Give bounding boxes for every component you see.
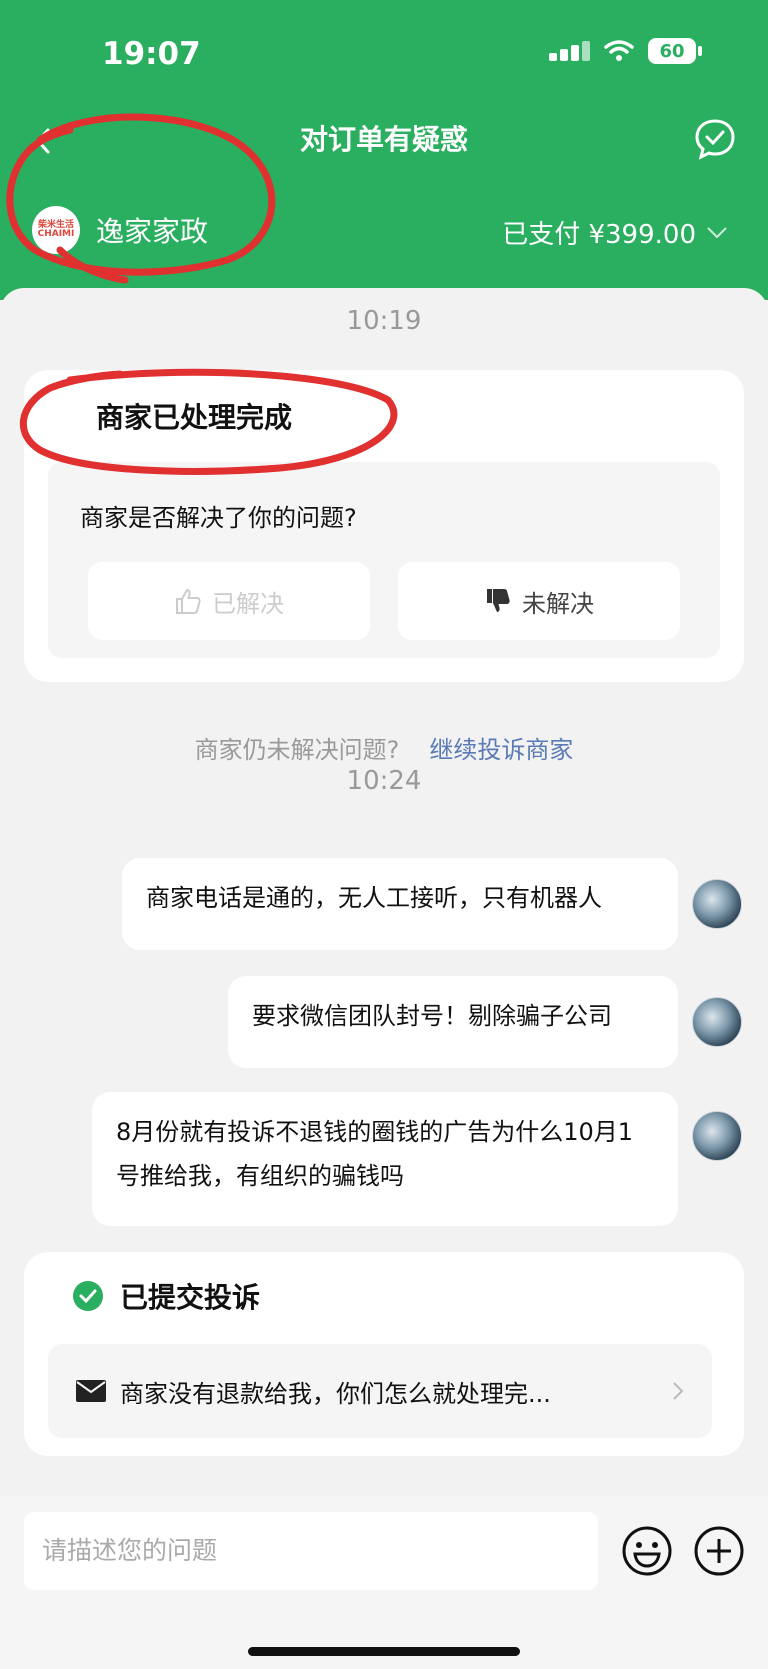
payment-amount: 已支付 ¥399.00 [502,220,696,250]
avatar[interactable] [692,879,742,929]
resolution-question: 商家是否解决了你的问题? [80,504,357,532]
emoji-icon[interactable] [620,1524,674,1578]
chat-check-icon[interactable] [692,116,738,162]
complaint-title: 已提交投诉 [120,1281,261,1314]
battery-level: 60 [659,40,685,62]
timestamp: 10:19 [346,306,422,336]
message-input[interactable]: 请描述您的问题 [24,1512,598,1590]
check-circle-icon [73,1281,103,1311]
merchant-info[interactable]: 柴米生活 CHAIMI 逸家家政 [32,206,208,254]
battery-icon: 60 [648,38,702,64]
continue-complaint-link[interactable]: 继续投诉商家 [429,736,573,764]
thumbs-down-icon [487,589,510,612]
page-title: 对订单有疑惑 [299,123,468,156]
resolved-label: 已解决 [212,589,284,618]
resolved-button[interactable]: 已解决 [88,562,370,640]
status-icons: 60 [549,38,702,64]
chevron-right-icon [673,1382,684,1400]
complaint-status: 已提交投诉 [72,1276,260,1316]
unresolved-button[interactable]: 未解决 [398,562,680,640]
complaint-card: 已提交投诉 商家没有退款给我，你们怎么就处理完... [24,1252,744,1456]
resolution-question-box: 商家是否解决了你的问题? 已解决 未解决 [48,462,720,658]
status-time: 19:07 [102,36,201,72]
complaint-summary: 商家没有退款给我，你们怎么就处理完... [120,1379,551,1408]
resolution-title: 商家已处理完成 [96,401,293,434]
avatar[interactable] [692,1111,742,1161]
chat-area: 10:19 商家已处理完成 商家是否解决了你的问题? 已解决 未解决 商家仍未解… [0,288,768,1496]
thumbs-up-icon [176,588,201,614]
followup-row: 商家仍未解决问题? 继续投诉商家 [0,730,768,765]
plus-icon[interactable] [692,1524,746,1578]
merchant-name: 逸家家政 [96,215,209,248]
wifi-icon [604,40,634,61]
message-bubble: 8月份就有投诉不退钱的圈钱的广告为什么10月1号推给我，有组织的骗钱吗 [92,1092,678,1226]
message-bubble: 商家电话是通的，无人工接听，只有机器人 [122,858,678,950]
message-bubble: 要求微信团队封号！剔除骗子公司 [228,976,678,1068]
unresolved-label: 未解决 [522,589,594,618]
complaint-detail-row[interactable]: 商家没有退款给我，你们怎么就处理完... [48,1344,712,1438]
followup-question: 商家仍未解决问题? [194,736,400,764]
header: 19:07 60 对订单有疑惑 柴米生活 CHAIMI 逸家家政 已支付 ¥39… [0,0,768,300]
payment-status[interactable]: 已支付 ¥399.00 [502,214,728,251]
mail-icon [76,1380,106,1402]
resolution-card: 商家已处理完成 商家是否解决了你的问题? 已解决 未解决 [24,370,744,682]
chevron-down-icon [707,226,727,238]
input-bar: 请描述您的问题 [0,1496,768,1669]
merchant-logo: 柴米生活 CHAIMI [32,206,80,254]
timestamp: 10:24 [346,766,422,796]
signal-icon [549,41,590,61]
avatar[interactable] [692,997,742,1047]
home-indicator [248,1647,520,1656]
